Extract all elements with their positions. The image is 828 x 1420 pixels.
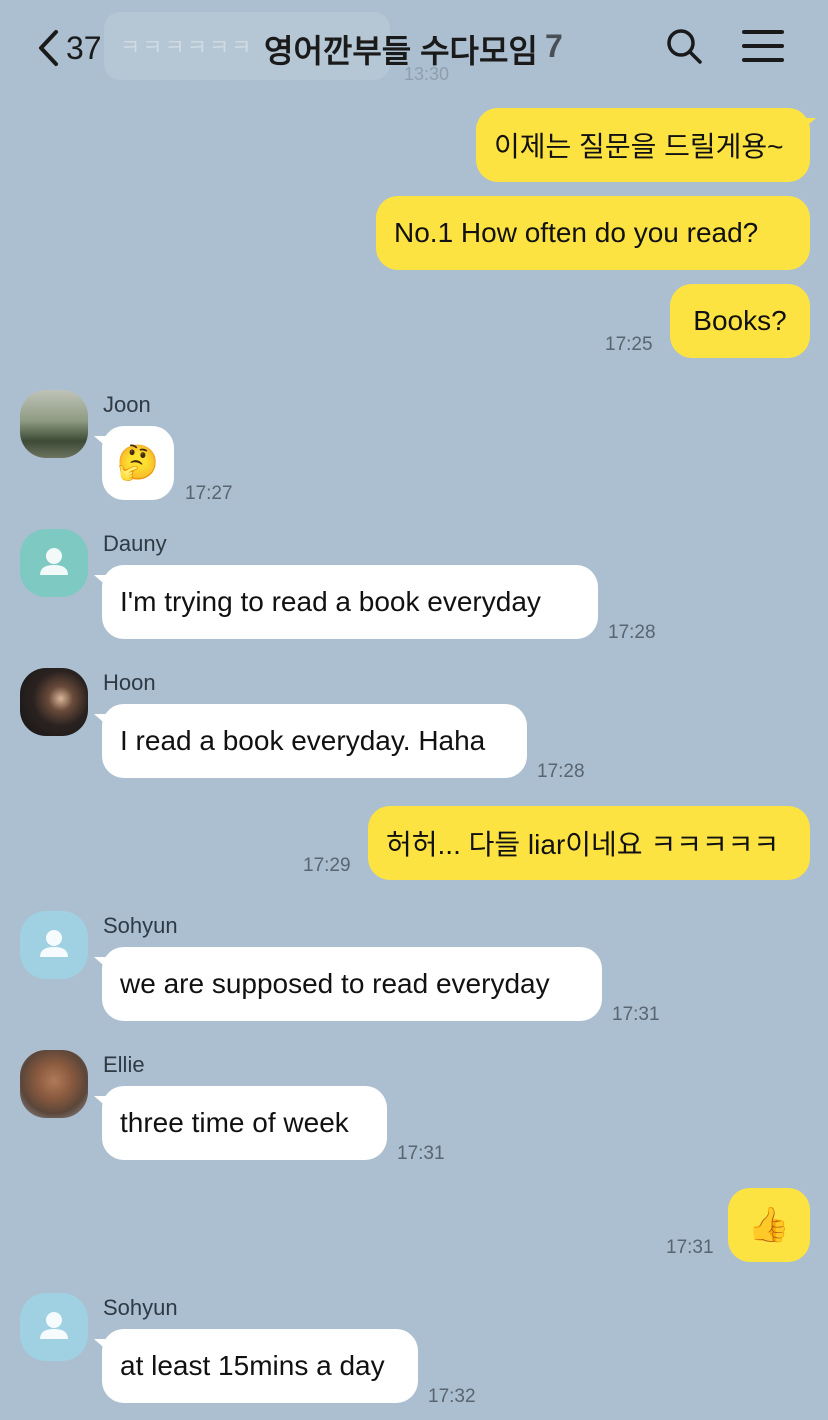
their-message-bubble[interactable]: I read a book everyday. Haha bbox=[102, 704, 527, 778]
message-time: 17:32 bbox=[428, 1386, 476, 1407]
their-message-bubble[interactable]: at least 15mins a day bbox=[102, 1329, 418, 1403]
unread-count: 37 bbox=[66, 29, 102, 66]
message-text: I read a book everyday. Haha bbox=[120, 725, 486, 756]
menu-button[interactable] bbox=[742, 28, 786, 64]
menu-icon bbox=[742, 30, 784, 34]
thinking-face-emoji: 🤔 bbox=[116, 443, 160, 483]
back-button[interactable]: 37 bbox=[36, 26, 102, 70]
avatar[interactable] bbox=[20, 1050, 88, 1118]
sender-name: Sohyun bbox=[103, 913, 178, 938]
avatar[interactable] bbox=[20, 529, 88, 597]
chevron-left-icon bbox=[39, 30, 58, 66]
chat-header: ㅋㅋㅋㅋㅋㅋ 13:30 37 영어깐부들 수다모임 7 bbox=[0, 0, 828, 92]
message-time: 17:28 bbox=[537, 761, 585, 782]
message-time: 17:27 bbox=[185, 483, 233, 504]
message-time: 17:29 bbox=[303, 855, 351, 876]
sender-name: Hoon bbox=[103, 670, 156, 695]
message-time: 17:31 bbox=[397, 1143, 445, 1164]
avatar[interactable] bbox=[20, 390, 88, 458]
their-message-bubble[interactable]: 🤔 bbox=[102, 426, 174, 500]
message-text: No.1 How often do you read? bbox=[394, 217, 759, 248]
search-icon bbox=[667, 29, 702, 64]
person-icon bbox=[40, 930, 68, 957]
sender-name: Dauny bbox=[103, 531, 167, 556]
message-time: 17:31 bbox=[666, 1237, 714, 1258]
message-text: three time of week bbox=[120, 1107, 349, 1138]
message-text: we are supposed to read everyday bbox=[120, 968, 550, 999]
message-time: 17:31 bbox=[612, 1004, 660, 1025]
message-time: 17:28 bbox=[608, 622, 656, 643]
their-message-bubble[interactable]: we are supposed to read everyday bbox=[102, 947, 602, 1021]
thumbs-up-emoji: 👍 bbox=[747, 1205, 791, 1245]
avatar[interactable] bbox=[20, 1293, 88, 1361]
avatar[interactable] bbox=[20, 911, 88, 979]
person-icon bbox=[40, 548, 68, 575]
their-message-bubble[interactable]: three time of week bbox=[102, 1086, 387, 1160]
their-message-bubble[interactable]: I'm trying to read a book everyday bbox=[102, 565, 598, 639]
my-message-bubble[interactable]: 이제는 질문을 드릴게용~ bbox=[476, 108, 810, 182]
search-button[interactable] bbox=[664, 26, 704, 66]
chat-title: 영어깐부들 수다모임 bbox=[264, 33, 538, 69]
avatar[interactable] bbox=[20, 668, 88, 736]
sender-name: Ellie bbox=[103, 1052, 145, 1077]
sender-name: Sohyun bbox=[103, 1295, 178, 1320]
message-text: at least 15mins a day bbox=[120, 1350, 385, 1381]
scrolled-message-text: ㅋㅋㅋㅋㅋㅋ bbox=[120, 35, 254, 60]
member-count: 7 bbox=[545, 28, 563, 64]
sender-name: Joon bbox=[103, 392, 151, 417]
message-time: 17:25 bbox=[605, 334, 653, 355]
my-message-bubble[interactable]: No.1 How often do you read? bbox=[376, 196, 810, 270]
message-text: 허허... 다들 liar이네요 ㅋㅋㅋㅋㅋ bbox=[386, 829, 780, 860]
person-icon bbox=[40, 1312, 68, 1339]
message-text: Books? bbox=[693, 305, 787, 336]
message-text: 이제는 질문을 드릴게용~ bbox=[494, 131, 784, 162]
my-message-bubble[interactable]: 허허... 다들 liar이네요 ㅋㅋㅋㅋㅋ bbox=[368, 806, 810, 880]
my-message-bubble[interactable]: 👍 bbox=[728, 1188, 810, 1262]
my-message-bubble[interactable]: Books? bbox=[670, 284, 810, 358]
message-text: I'm trying to read a book everyday bbox=[120, 586, 541, 617]
